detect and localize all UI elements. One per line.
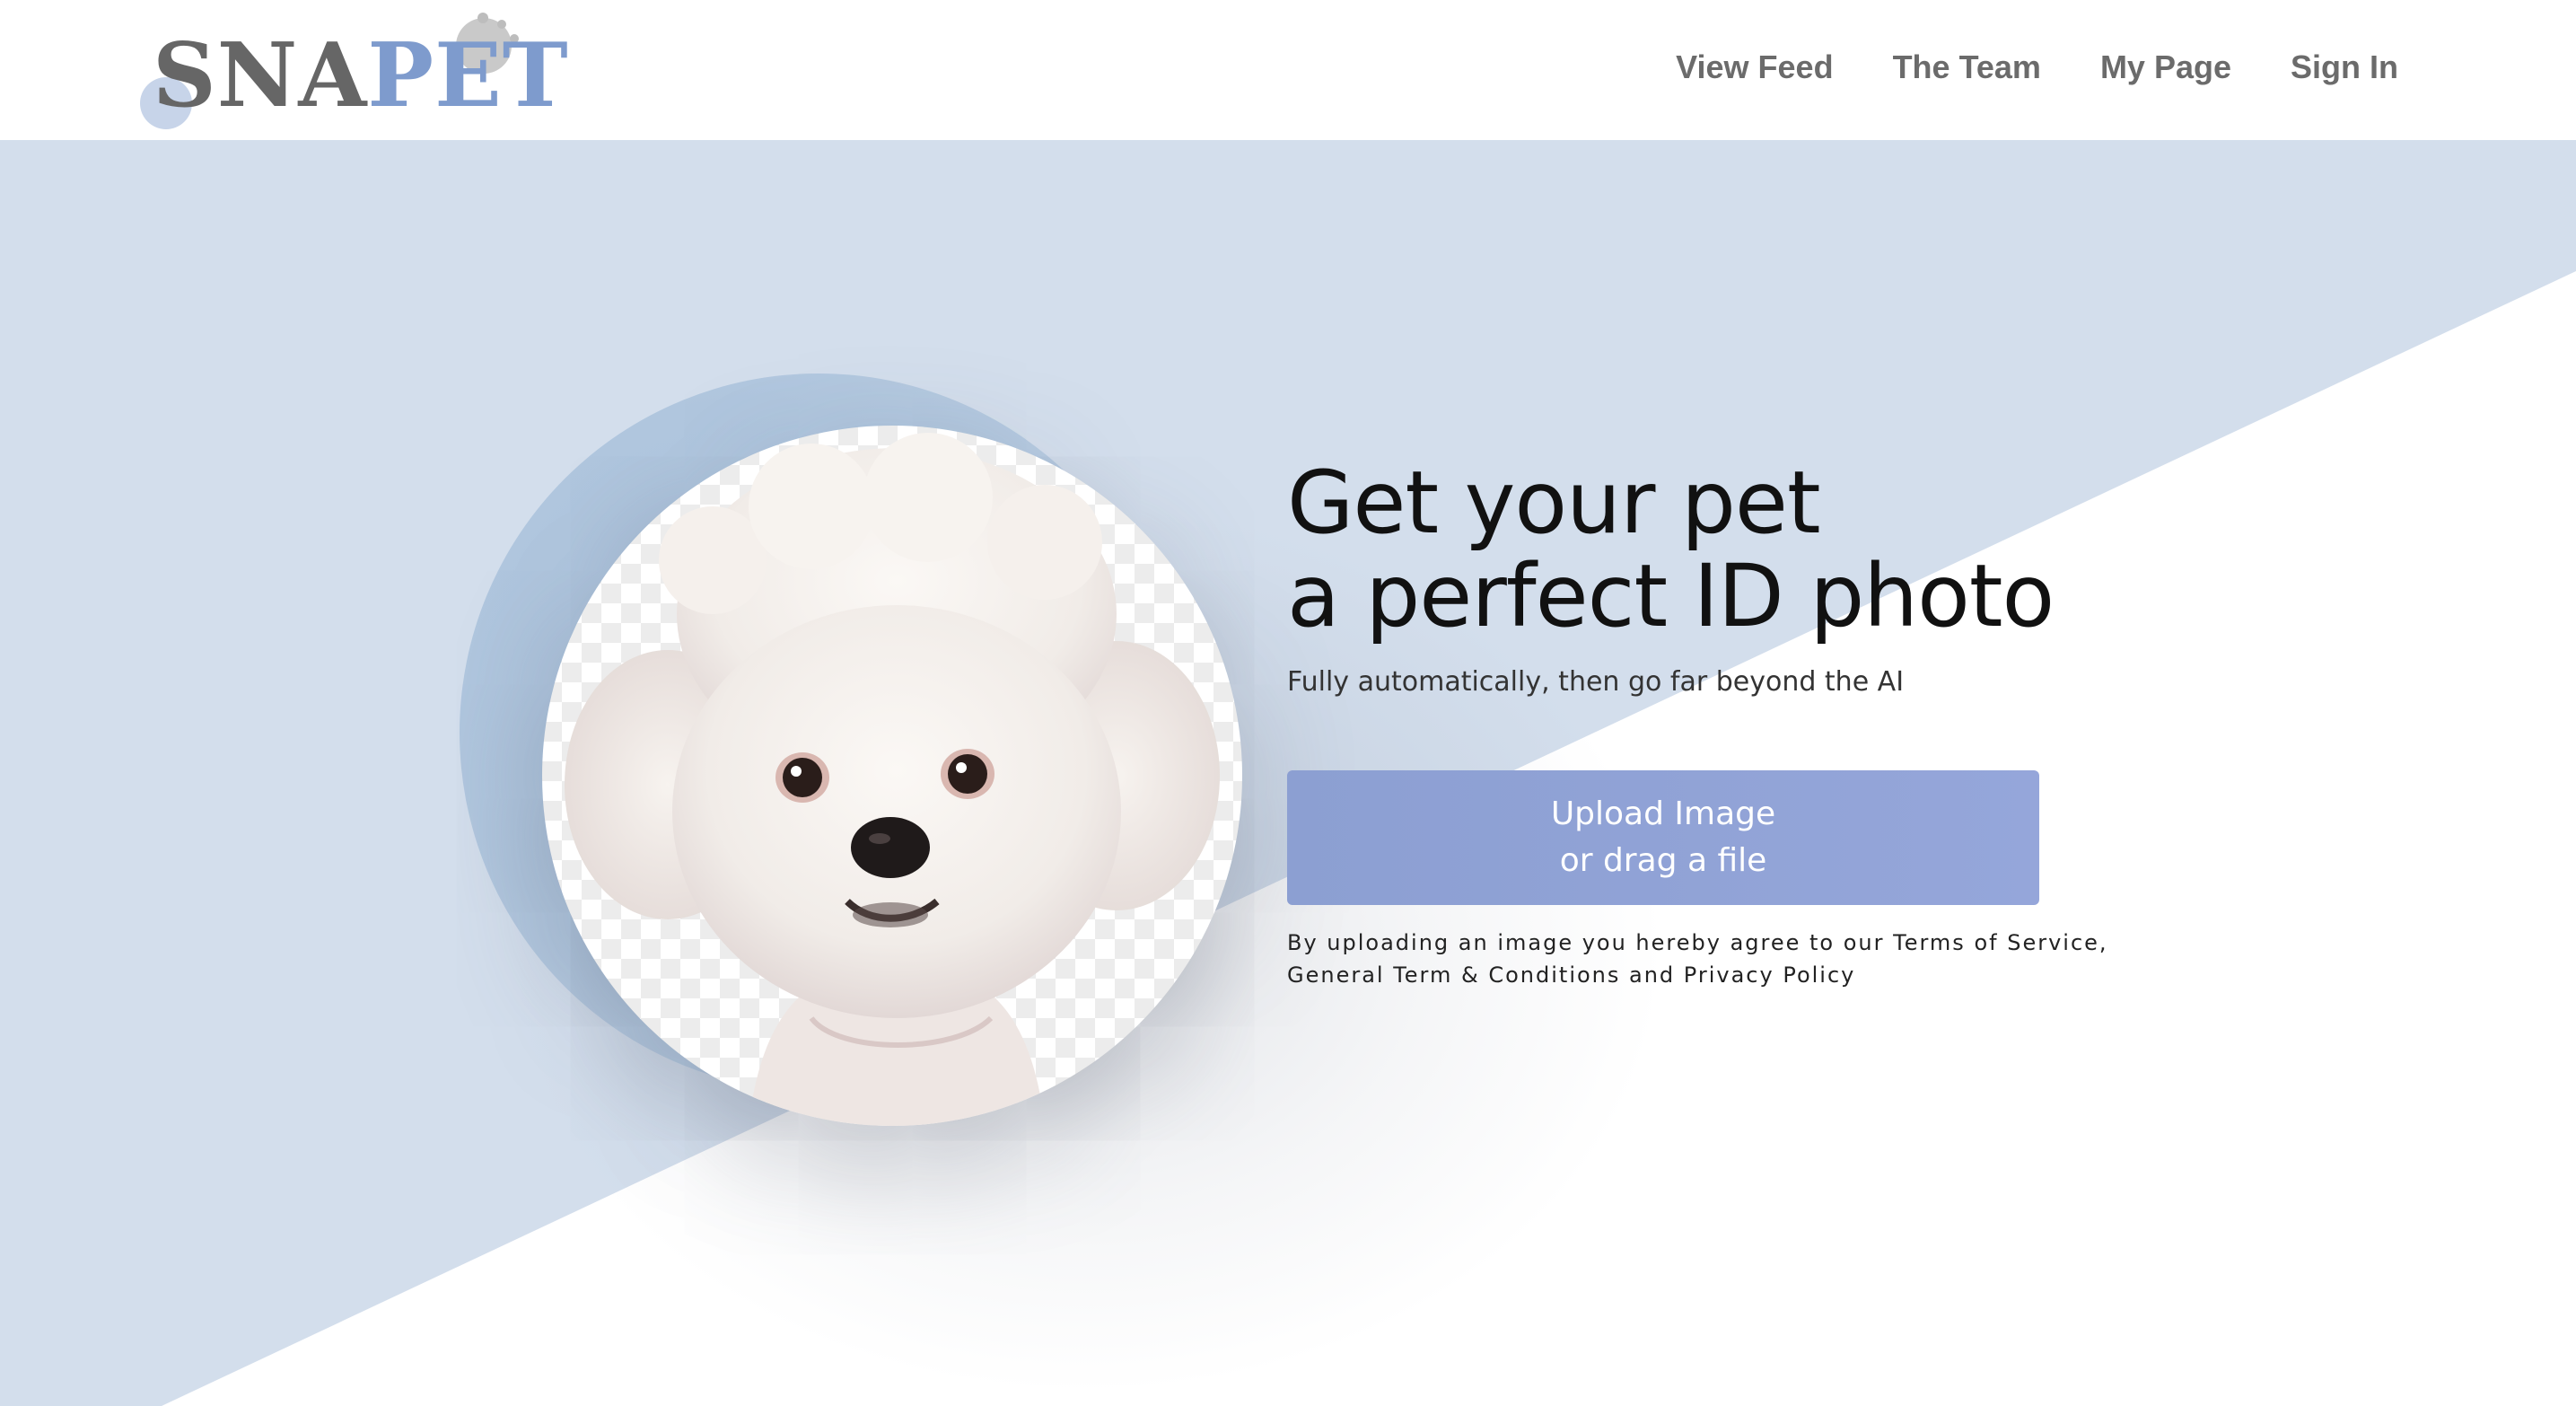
nav-sign-in[interactable]: Sign In bbox=[2291, 45, 2398, 90]
legal-line-2: General Term & Conditions and Privacy Po… bbox=[1287, 962, 1856, 988]
headline-line-1: Get your pet bbox=[1287, 453, 1821, 553]
logo-dot-small-1 bbox=[478, 13, 488, 23]
nav-my-page[interactable]: My Page bbox=[2100, 45, 2231, 90]
hero-section: Get your pet a perfect ID photo Fully au… bbox=[0, 140, 2576, 1406]
site-header: SNAPET View Feed The Team My Page Sign I… bbox=[0, 0, 2576, 140]
logo-text-sna: SNA bbox=[153, 24, 368, 127]
nav-view-feed[interactable]: View Feed bbox=[1676, 45, 1833, 90]
legal-line-1: By uploading an image you hereby agree t… bbox=[1287, 930, 2108, 955]
nav-the-team[interactable]: The Team bbox=[1893, 45, 2041, 90]
logo-text-pet: PET bbox=[367, 24, 569, 127]
dog-photo-icon bbox=[565, 433, 1220, 1126]
main-nav: View Feed The Team My Page Sign In bbox=[1676, 45, 2398, 90]
upload-button-line-2: or drag a file bbox=[1559, 842, 1767, 879]
upload-image-button[interactable]: Upload Image or drag a file bbox=[1287, 770, 2039, 905]
headline-line-2: a perfect ID photo bbox=[1287, 546, 2055, 646]
logo-wordmark: SNAPET bbox=[153, 32, 569, 120]
upload-button-line-1: Upload Image bbox=[1550, 795, 1776, 832]
snapet-logo[interactable]: SNAPET bbox=[140, 13, 568, 138]
dog-photo bbox=[542, 426, 1242, 1126]
legal-notice: By uploading an image you hereby agree t… bbox=[1287, 927, 2108, 991]
hero-subtitle: Fully automatically, then go far beyond … bbox=[1287, 666, 1905, 698]
hero-headline: Get your pet a perfect ID photo bbox=[1287, 453, 2055, 646]
